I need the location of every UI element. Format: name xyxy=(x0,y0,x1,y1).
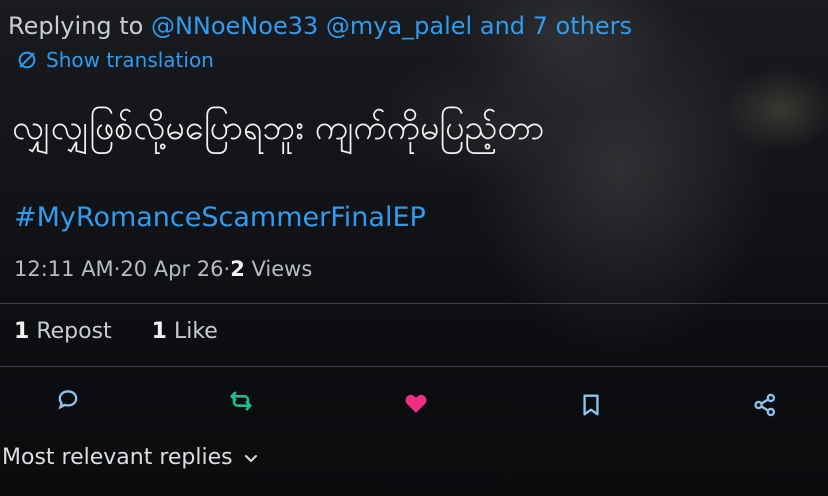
likes-label: Like xyxy=(173,319,218,344)
reposts-label: Repost xyxy=(36,319,112,344)
repost-button[interactable] xyxy=(224,384,258,418)
meta-separator: · xyxy=(223,257,231,281)
share-button[interactable] xyxy=(748,388,782,422)
repost-icon xyxy=(230,391,252,411)
reply-prefix: Replying to xyxy=(8,12,144,40)
divider xyxy=(0,366,828,367)
show-translation-label: Show translation xyxy=(46,48,214,72)
bookmark-button[interactable] xyxy=(574,388,608,422)
tweet-detail: Replying to @NNoeNoe33 @mya_palel and 7 … xyxy=(0,0,828,496)
bookmark-icon xyxy=(583,394,599,416)
likes-count: 1 xyxy=(151,319,167,344)
engagement-stats: 1 Repost 1 Like xyxy=(14,312,218,352)
mention-link[interactable]: @NNoeNoe33 xyxy=(151,12,318,40)
share-icon xyxy=(754,393,776,417)
replies-sort-dropdown[interactable]: Most relevant replies xyxy=(2,438,259,478)
mention-link[interactable]: @mya_palel xyxy=(326,12,472,40)
reposts-stat[interactable]: 1 Repost xyxy=(14,312,112,352)
meta-separator: · xyxy=(113,257,121,281)
divider xyxy=(0,303,828,304)
views-label: Views xyxy=(251,257,313,281)
tweet-date[interactable]: 20 Apr 26 xyxy=(120,250,223,288)
action-bar xyxy=(0,380,828,426)
reply-icon xyxy=(58,390,78,410)
likes-stat[interactable]: 1 Like xyxy=(152,312,218,352)
tweet-time[interactable]: 12:11 AM xyxy=(14,250,114,288)
views-count: 2 xyxy=(230,257,245,281)
tweet-meta: 12:11 AM · 20 Apr 26 · 2 Views xyxy=(14,250,312,288)
reply-button[interactable] xyxy=(51,382,85,416)
show-translation-button[interactable]: Show translation xyxy=(16,48,214,72)
others-link[interactable]: and 7 others xyxy=(480,12,632,40)
hashtag-link[interactable]: #MyRomanceScammerFinalEP xyxy=(14,196,426,240)
translate-icon xyxy=(16,49,38,71)
reply-context: Replying to @NNoeNoe33 @mya_palel and 7 … xyxy=(8,6,632,46)
heart-icon xyxy=(405,394,427,413)
like-button[interactable] xyxy=(399,386,433,420)
reposts-count: 1 xyxy=(14,319,30,344)
tweet-text: လျှလျှဖြစ်လို့မပြောရဘူး ကျက်ကိုမပြည့်တာ xyxy=(12,108,545,148)
replies-sort-label: Most relevant replies xyxy=(2,445,233,470)
chevron-down-icon xyxy=(244,455,257,462)
